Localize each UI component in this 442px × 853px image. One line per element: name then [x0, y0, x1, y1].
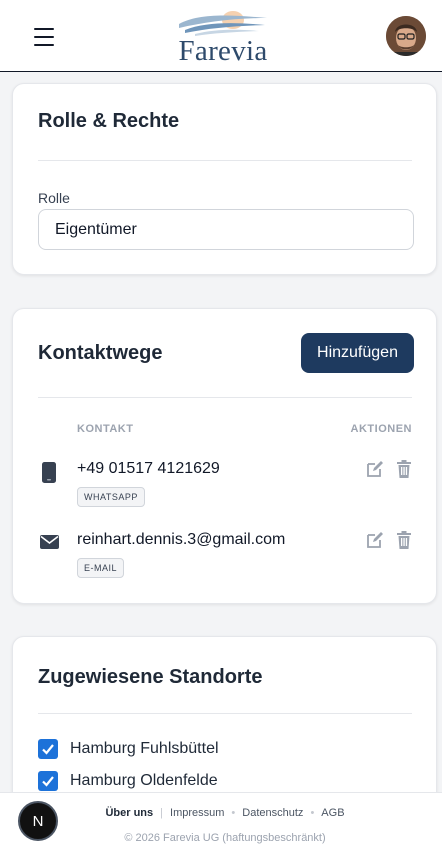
- edit-icon[interactable]: [366, 460, 384, 478]
- footer-links: Über uns | Impressum • Datenschutz • AGB: [105, 807, 345, 819]
- page-footer: Über uns | Impressum • Datenschutz • AGB © 202…: [0, 792, 442, 853]
- checkbox-checked[interactable]: [38, 739, 58, 759]
- add-contact-button[interactable]: Hinzufügen: [301, 333, 414, 373]
- contacts-card-title: Kontaktwege: [38, 342, 163, 364]
- delete-icon[interactable]: [395, 460, 413, 478]
- brand-logo[interactable]: Farevia: [170, 6, 276, 68]
- contacts-card: Kontaktwege Hinzufügen KONTAKT AKTIONEN …: [12, 308, 437, 604]
- avatar-photo-icon: [386, 16, 426, 56]
- phone-icon: [42, 462, 56, 483]
- column-header-contact: KONTAKT: [77, 423, 134, 435]
- edit-icon[interactable]: [366, 531, 384, 549]
- contact-type-badge: E-MAIL: [77, 558, 125, 578]
- footer-link-terms[interactable]: AGB: [321, 807, 344, 819]
- divider: [38, 160, 412, 161]
- locations-card-title: Zugewiesene Standorte: [38, 666, 263, 688]
- location-checkbox-row[interactable]: Hamburg Oldenfelde: [38, 770, 218, 792]
- role-select[interactable]: Eigentümer: [38, 209, 414, 250]
- role-card: Rolle & Rechte Rolle Eigentümer: [12, 83, 437, 275]
- app-header: Farevia: [0, 0, 442, 72]
- user-avatar[interactable]: [386, 16, 426, 56]
- contact-type-badge: WHATSAPP: [77, 487, 145, 507]
- check-icon: [42, 776, 54, 787]
- role-field-label: Rolle: [38, 190, 70, 206]
- column-header-actions: AKTIONEN: [350, 423, 412, 435]
- location-label: Hamburg Oldenfelde: [70, 772, 218, 789]
- location-checkbox-row[interactable]: Hamburg Fuhlsbüttel: [38, 738, 219, 760]
- footer-link-imprint[interactable]: Impressum: [170, 807, 224, 819]
- location-label: Hamburg Fuhlsbüttel: [70, 740, 219, 757]
- delete-icon[interactable]: [395, 531, 413, 549]
- divider: [38, 397, 412, 398]
- contact-value: +49 01517 4121629: [77, 460, 220, 477]
- footer-copyright: © 2026 Farevia UG (haftungsbeschränkt): [124, 832, 326, 844]
- footer-link-privacy[interactable]: Datenschutz: [242, 807, 303, 819]
- contact-value: reinhart.dennis.3@gmail.com: [77, 531, 286, 548]
- floating-action-button[interactable]: N: [18, 801, 58, 841]
- role-card-title: Rolle & Rechte: [38, 110, 180, 132]
- logo-wave-icon: [179, 11, 267, 36]
- divider: [38, 713, 412, 714]
- footer-link-about[interactable]: Über uns: [105, 807, 153, 819]
- mail-icon: [40, 535, 59, 549]
- brand-name: Farevia: [178, 35, 268, 67]
- checkbox-checked[interactable]: [38, 771, 58, 791]
- contact-row: reinhart.dennis.3@gmail.com E-MAIL: [13, 531, 438, 591]
- check-icon: [42, 744, 54, 755]
- contact-row: +49 01517 4121629 WHATSAPP: [13, 460, 438, 520]
- locations-card: Zugewiesene Standorte Hamburg Fuhlsbütte…: [12, 636, 437, 816]
- menu-icon[interactable]: [34, 28, 54, 46]
